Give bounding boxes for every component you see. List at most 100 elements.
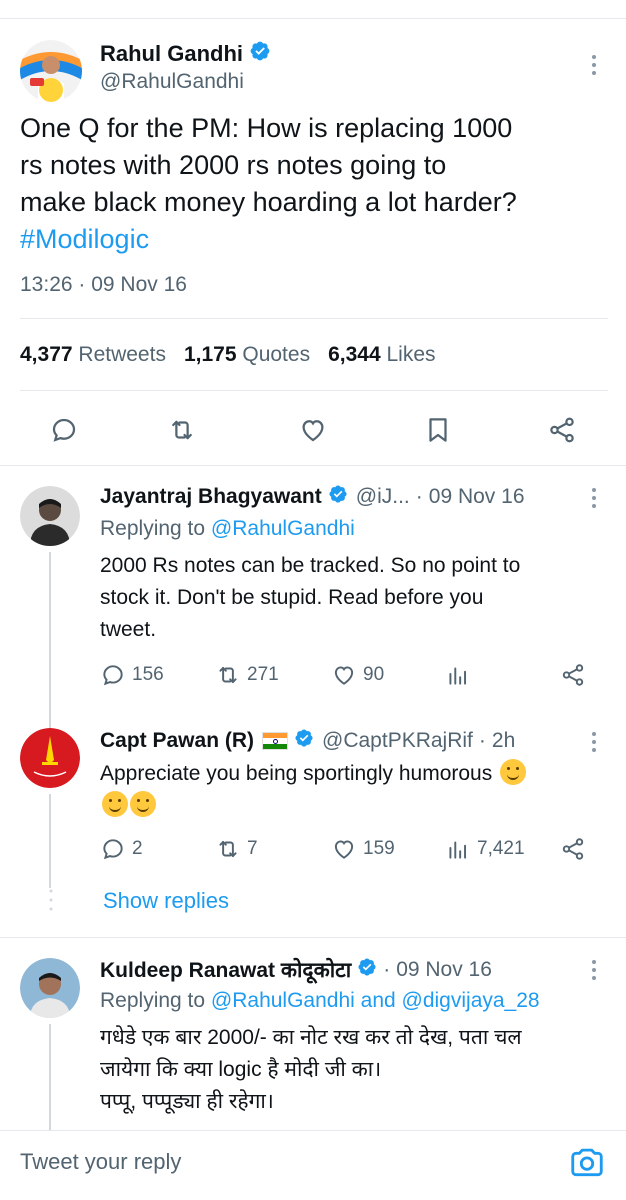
share-action[interactable]: [560, 836, 586, 862]
divider: [20, 390, 608, 391]
replying-prefix: Replying to: [100, 517, 206, 540]
verified-badge-icon: [249, 40, 271, 67]
more-options-icon[interactable]: [591, 55, 597, 79]
avatar[interactable]: [20, 958, 80, 1018]
share-icon: [562, 664, 584, 686]
like-action[interactable]: 90: [331, 662, 384, 688]
reply-date[interactable]: 2h: [492, 729, 515, 753]
share-icon[interactable]: [544, 412, 580, 448]
reply-composer: Tweet your reply: [0, 1130, 626, 1200]
avatar[interactable]: [20, 40, 82, 102]
reply-author-handle[interactable]: @CaptPKRajRif: [322, 729, 473, 753]
author-handle[interactable]: @RahulGandhi: [100, 70, 244, 94]
replying-to: Replying to @RahulGandhi: [100, 517, 355, 541]
show-replies-link[interactable]: Show replies: [103, 888, 229, 914]
divider: [20, 318, 608, 319]
views-count: 7,421: [477, 838, 525, 859]
share-icon: [562, 838, 584, 860]
views-action[interactable]: 7,421: [445, 836, 525, 862]
tweet-timestamp[interactable]: 13:26 · 09 Nov 16: [20, 273, 187, 297]
reply-action[interactable]: 156: [100, 662, 164, 688]
retweet-icon: [219, 840, 237, 858]
views-icon: [449, 841, 467, 859]
thread-line: [49, 1024, 51, 1134]
reply-text-line: tweet.: [100, 618, 157, 641]
retweets-count: 4,377: [20, 343, 73, 366]
reply-date[interactable]: 09 Nov 16: [396, 958, 492, 982]
divider: [0, 465, 626, 466]
author-name[interactable]: Rahul Gandhi: [100, 41, 243, 67]
retweet-action[interactable]: 271: [215, 662, 279, 688]
tweet-actions: [0, 412, 626, 452]
hashtag-link[interactable]: #Modilogic: [20, 221, 610, 258]
top-divider: [0, 18, 626, 19]
reply-count: 2: [132, 838, 143, 859]
likes-label: Likes: [386, 343, 436, 366]
like-icon[interactable]: [295, 412, 331, 448]
share-action[interactable]: [560, 662, 586, 688]
reply-icon: [103, 839, 123, 860]
tweet-text-line: make black money hoarding a lot harder?: [20, 187, 517, 217]
tweet-text-line: rs notes with 2000 rs notes going to: [20, 150, 447, 180]
reply-action[interactable]: 2: [100, 836, 143, 862]
bookmark-icon[interactable]: [420, 412, 456, 448]
tweet-stats: 4,377 Retweets 1,175 Quotes 6,344 Likes: [20, 343, 436, 367]
reply-author-name[interactable]: Kuldeep Ranawat कोदूकोटा: [100, 956, 351, 984]
replying-to-link[interactable]: @RahulGandhi: [211, 517, 355, 540]
avatar[interactable]: [20, 728, 80, 788]
avatar[interactable]: [20, 486, 80, 546]
reply-text-line: गधेडे एक बार 2000/- का नोट रख कर तो देख,…: [100, 1026, 522, 1049]
reply-icon: [103, 665, 123, 686]
camera-icon[interactable]: [568, 1143, 606, 1186]
reply-author-handle[interactable]: @iJ...: [356, 485, 410, 509]
reply-text-content: Appreciate you being sportingly humorous: [100, 762, 493, 785]
quotes-stat[interactable]: 1,175 Quotes: [184, 343, 310, 367]
retweet-count: 271: [247, 664, 279, 685]
more-options-icon[interactable]: [591, 488, 597, 512]
reply-text-line: 2000 Rs notes can be tracked. So no poin…: [100, 554, 521, 577]
reply-date[interactable]: 09 Nov 16: [429, 485, 525, 509]
like-icon: [334, 840, 354, 859]
reply-count: 156: [132, 664, 164, 685]
reply-header: Kuldeep Ranawat कोदूकोटा · 09 Nov 16: [100, 956, 492, 984]
thread-line: [49, 552, 51, 742]
reply-header: Capt Pawan (R) @CaptPKRajRif · 2h: [100, 728, 515, 754]
verified-badge-icon: [357, 957, 377, 983]
likes-stat[interactable]: 6,344 Likes: [328, 343, 435, 367]
reply-author-name[interactable]: Capt Pawan (R): [100, 729, 254, 753]
like-count: 90: [363, 664, 385, 685]
reply-actions: 156 271 90: [100, 662, 600, 692]
replying-to-link[interactable]: @RahulGandhi and @digvijaya_28: [211, 989, 540, 1012]
separator-dot: ·: [415, 485, 423, 508]
reply-input[interactable]: Tweet your reply: [20, 1149, 181, 1175]
quotes-label: Quotes: [242, 343, 311, 366]
views-icon: [449, 667, 467, 685]
reply-text-line: जायेगा कि क्या logic है मोदी जी का।: [100, 1058, 382, 1081]
tweet-text: One Q for the PM: How is replacing 1000 …: [20, 110, 610, 258]
reply-author-name[interactable]: Jayantraj Bhagyawant: [100, 485, 322, 509]
thread-line: [49, 794, 51, 888]
retweets-label: Retweets: [78, 343, 166, 366]
more-options-icon[interactable]: [591, 960, 597, 984]
retweet-action[interactable]: 7: [215, 836, 258, 862]
thread-dots: [49, 889, 53, 911]
india-flag-icon: [262, 732, 289, 750]
like-icon: [334, 666, 354, 685]
reply-text-line: Appreciate you being sportingly humorous: [100, 758, 605, 790]
likes-count: 6,344: [328, 343, 381, 366]
separator-dot: ·: [383, 958, 391, 981]
views-action[interactable]: [445, 662, 471, 688]
divider: [0, 937, 626, 938]
verified-badge-icon: [328, 484, 348, 510]
hugging-face-emoji-icon: [102, 791, 128, 817]
replying-to: Replying to @RahulGandhi and @digvijaya_…: [100, 989, 540, 1013]
emoji-line: [100, 790, 605, 822]
retweets-stat[interactable]: 4,377 Retweets: [20, 343, 166, 367]
hugging-face-emoji-icon: [500, 759, 527, 785]
hugging-face-emoji-icon: [130, 791, 156, 817]
more-options-icon[interactable]: [591, 732, 597, 756]
like-action[interactable]: 159: [331, 836, 395, 862]
retweet-icon[interactable]: [164, 412, 200, 448]
reply-text: गधेडे एक बार 2000/- का नोट रख कर तो देख,…: [100, 1022, 605, 1118]
reply-icon[interactable]: [46, 412, 82, 448]
